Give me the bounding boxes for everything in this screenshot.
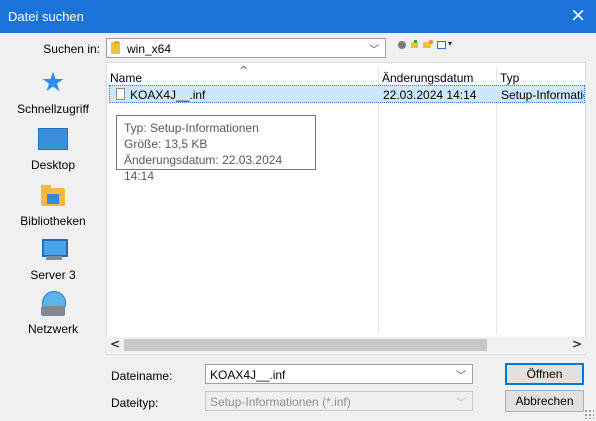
place-label: Schnellzugriff <box>17 102 89 116</box>
cancel-button[interactable]: Abbrechen <box>505 390 584 412</box>
resize-grip[interactable] <box>584 409 594 419</box>
folder-icon <box>111 41 120 54</box>
filename-combobox[interactable]: KOAX4J__.inf ﹀ <box>205 364 473 384</box>
close-icon[interactable]: × <box>570 5 586 25</box>
place-label: Server 3 <box>30 268 76 282</box>
scroll-thumb[interactable] <box>124 339 487 351</box>
title-bar: Datei suchen × <box>0 0 596 33</box>
network-icon <box>38 288 68 318</box>
horizontal-scrollbar[interactable]: < > <box>106 337 586 353</box>
sort-indicator-icon: ^ <box>239 64 249 77</box>
file-type: Setup-Informationen <box>501 88 584 102</box>
place-label: Bibliotheken <box>20 214 86 228</box>
view-dropdown-icon[interactable]: ▾ <box>448 39 452 48</box>
filetype-combobox[interactable]: Setup-Informationen (*.inf) ﹀ <box>205 391 473 411</box>
filetype-value: Setup-Informationen (*.inf) <box>210 395 351 409</box>
open-button[interactable]: Öffnen <box>505 363 584 385</box>
lookin-label: Suchen in: <box>43 42 100 56</box>
star-icon: ★ <box>40 67 66 98</box>
column-header-name[interactable]: Name <box>110 71 142 85</box>
column-header-type[interactable]: Typ <box>500 71 519 85</box>
lookin-dropdown[interactable]: win_x64 ﹀ <box>106 38 386 58</box>
tooltip-size: Größe: 13,5 KB <box>124 137 208 151</box>
column-header-date[interactable]: Änderungsdatum <box>382 71 473 85</box>
new-folder-icon[interactable] <box>423 40 433 50</box>
computer-icon <box>38 234 68 264</box>
file-list[interactable]: ^ Name Änderungsdatum Typ KOAX4J__.inf 2… <box>106 62 586 355</box>
filename-label: Dateiname: <box>111 369 173 383</box>
lookin-value: win_x64 <box>127 42 172 56</box>
desktop-icon <box>38 128 68 150</box>
scroll-left-icon[interactable]: < <box>110 337 120 351</box>
place-label: Netzwerk <box>27 322 78 336</box>
view-menu-icon[interactable] <box>437 41 446 49</box>
up-folder-icon[interactable] <box>410 40 420 50</box>
file-dialog: Suchen in: win_x64 ﹀ ▾ ★ Schnellzugriff … <box>0 33 596 421</box>
place-computer[interactable]: Server 3 <box>0 228 106 284</box>
place-label: Desktop <box>30 158 76 172</box>
tooltip-type: Typ: Setup-Informationen <box>124 121 259 135</box>
libraries-icon <box>38 180 68 210</box>
back-icon[interactable] <box>398 41 406 49</box>
chevron-down-icon: ﹀ <box>369 45 379 56</box>
window-title: Datei suchen <box>8 9 84 24</box>
place-desktop[interactable]: Desktop <box>0 118 106 174</box>
column-divider[interactable] <box>496 67 497 334</box>
chevron-down-icon: ﹀ <box>456 398 466 409</box>
file-name: KOAX4J__.inf <box>130 88 206 102</box>
place-quick-access[interactable]: ★ Schnellzugriff <box>0 62 106 118</box>
filetype-label: Dateityp: <box>111 396 159 410</box>
column-divider[interactable] <box>378 67 379 334</box>
file-icon <box>116 88 125 100</box>
place-network[interactable]: Netzwerk <box>0 282 106 338</box>
file-row[interactable]: KOAX4J__.inf 22.03.2024 14:14 Setup-Info… <box>109 85 585 103</box>
place-libraries[interactable]: Bibliotheken <box>0 174 106 230</box>
tooltip-date: Änderungsdatum: 22.03.2024 14:14 <box>124 153 283 183</box>
places-bar: ★ Schnellzugriff Desktop Bibliotheken Se… <box>0 62 106 340</box>
filename-value: KOAX4J__.inf <box>210 368 286 382</box>
file-tooltip: Typ: Setup-Informationen Größe: 13,5 KB … <box>116 115 316 183</box>
file-date: 22.03.2024 14:14 <box>383 88 477 102</box>
chevron-down-icon[interactable]: ﹀ <box>456 367 466 382</box>
scroll-right-icon[interactable]: > <box>572 337 582 351</box>
